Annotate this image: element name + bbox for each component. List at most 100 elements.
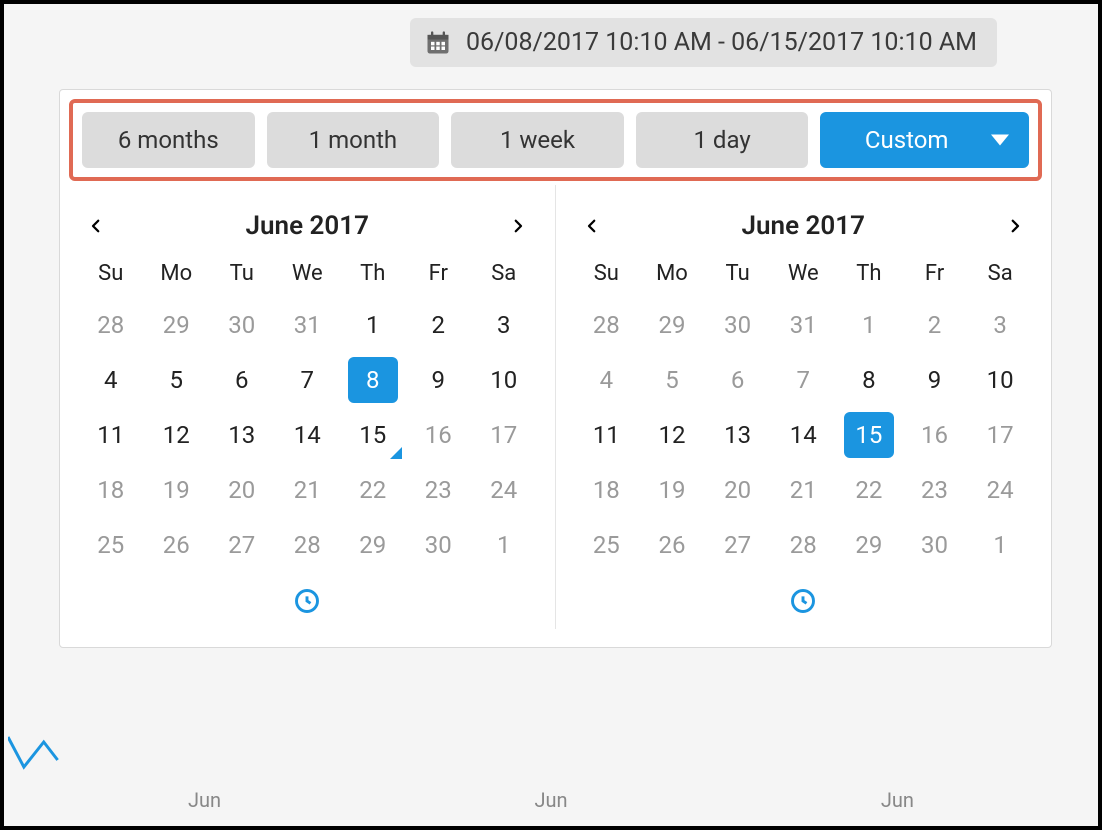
calendar-day: 3 (967, 298, 1033, 353)
preset-1-month-button[interactable]: 1 month (267, 112, 440, 168)
axis-label: Jun (534, 788, 567, 812)
calendar-day: 31 (275, 298, 341, 353)
calendar-day[interactable]: 8 (340, 353, 406, 408)
calendar-day[interactable]: 15 (836, 408, 902, 463)
date-range-display[interactable]: 06/08/2017 10:10 AM - 06/15/2017 10:10 A… (410, 18, 997, 67)
calendar-day[interactable]: 14 (275, 408, 341, 463)
calendar-day[interactable]: 13 (209, 408, 275, 463)
calendar-day: 29 (340, 518, 406, 573)
calendar-day: 28 (78, 298, 144, 353)
calendar-day: 23 (902, 463, 968, 518)
calendar-day: 17 (471, 408, 537, 463)
calendar-day[interactable]: 1 (340, 298, 406, 353)
calendar-day: 25 (574, 518, 640, 573)
calendar-day[interactable]: 7 (275, 353, 341, 408)
calendar-day[interactable]: 15 (340, 408, 406, 463)
prev-month-button[interactable] (84, 214, 108, 238)
calendar-day[interactable]: 9 (902, 353, 968, 408)
calendar-day: 18 (78, 463, 144, 518)
next-month-button[interactable] (1003, 214, 1027, 238)
calendar-day: 28 (275, 518, 341, 573)
calendar-day[interactable]: 13 (705, 408, 771, 463)
calendar-day: 19 (639, 463, 705, 518)
day-of-week-header: Tu (705, 251, 771, 298)
calendar-day: 6 (705, 353, 771, 408)
preset-label: Custom (865, 126, 949, 154)
calendar-day: 23 (406, 463, 472, 518)
preset-custom-button[interactable]: Custom (820, 112, 1029, 168)
calendar-day[interactable]: 14 (770, 408, 836, 463)
time-picker-button[interactable] (293, 587, 321, 619)
calendar-day: 4 (574, 353, 640, 408)
day-of-week-header: Sa (471, 251, 537, 298)
calendar-day: 1 (471, 518, 537, 573)
calendar-day: 18 (574, 463, 640, 518)
calendar-day: 24 (967, 463, 1033, 518)
calendar-day: 25 (78, 518, 144, 573)
calendar-day: 22 (836, 463, 902, 518)
preset-label: 1 month (309, 126, 398, 154)
calendar-day[interactable]: 4 (78, 353, 144, 408)
calendar-day: 31 (770, 298, 836, 353)
calendar-day[interactable]: 8 (836, 353, 902, 408)
preset-6-months-button[interactable]: 6 months (82, 112, 255, 168)
calendar-day: 29 (144, 298, 210, 353)
calendar-day: 26 (144, 518, 210, 573)
calendar-day[interactable]: 12 (144, 408, 210, 463)
calendar-day[interactable]: 3 (471, 298, 537, 353)
preset-label: 1 day (693, 126, 750, 154)
calendar-day[interactable]: 6 (209, 353, 275, 408)
calendar-day[interactable]: 5 (144, 353, 210, 408)
day-of-week-header: Fr (902, 251, 968, 298)
day-of-week-header: Th (836, 251, 902, 298)
caret-down-icon (991, 135, 1009, 146)
next-month-button[interactable] (506, 214, 530, 238)
calendar-day: 2 (902, 298, 968, 353)
time-picker-button[interactable] (789, 587, 817, 619)
calendar-start: June 2017 SuMoTuWeThFrSa2829303112345678… (60, 185, 556, 629)
day-of-week-header: Th (340, 251, 406, 298)
calendar-icon (424, 29, 452, 57)
day-of-week-header: Su (574, 251, 640, 298)
calendar-day: 19 (144, 463, 210, 518)
date-range-text: 06/08/2017 10:10 AM - 06/15/2017 10:10 A… (466, 28, 977, 57)
day-of-week-header: Fr (406, 251, 472, 298)
month-title: June 2017 (742, 211, 865, 241)
calendar-day: 20 (705, 463, 771, 518)
month-title: June 2017 (246, 211, 369, 241)
calendar-day: 21 (275, 463, 341, 518)
calendar-day: 17 (967, 408, 1033, 463)
calendar-day: 28 (574, 298, 640, 353)
calendar-day: 29 (836, 518, 902, 573)
calendar-day[interactable]: 2 (406, 298, 472, 353)
calendar-day: 29 (639, 298, 705, 353)
calendar-day[interactable]: 10 (967, 353, 1033, 408)
preset-row-highlight: 6 months 1 month 1 week 1 day Custom (69, 99, 1042, 181)
calendar-day[interactable]: 11 (78, 408, 144, 463)
calendar-day: 30 (705, 298, 771, 353)
calendar-day: 30 (406, 518, 472, 573)
calendar-day: 27 (209, 518, 275, 573)
day-of-week-header: We (275, 251, 341, 298)
calendar-day[interactable]: 12 (639, 408, 705, 463)
day-of-week-header: Mo (639, 251, 705, 298)
calendar-day: 5 (639, 353, 705, 408)
calendar-day[interactable]: 11 (574, 408, 640, 463)
axis-label: Jun (881, 788, 914, 812)
calendar-day: 7 (770, 353, 836, 408)
calendar-day: 16 (406, 408, 472, 463)
calendar-day: 28 (770, 518, 836, 573)
calendar-day: 21 (770, 463, 836, 518)
axis-label: Jun (188, 788, 221, 812)
preset-1-week-button[interactable]: 1 week (451, 112, 624, 168)
date-picker-panel: 6 months 1 month 1 week 1 day Custom (59, 89, 1052, 648)
background-chart: Jun Jun Jun (8, 682, 1094, 822)
prev-month-button[interactable] (580, 214, 604, 238)
day-of-week-header: Tu (209, 251, 275, 298)
preset-1-day-button[interactable]: 1 day (636, 112, 809, 168)
calendar-day: 1 (967, 518, 1033, 573)
calendar-day: 24 (471, 463, 537, 518)
day-of-week-header: We (770, 251, 836, 298)
calendar-day[interactable]: 10 (471, 353, 537, 408)
calendar-day[interactable]: 9 (406, 353, 472, 408)
